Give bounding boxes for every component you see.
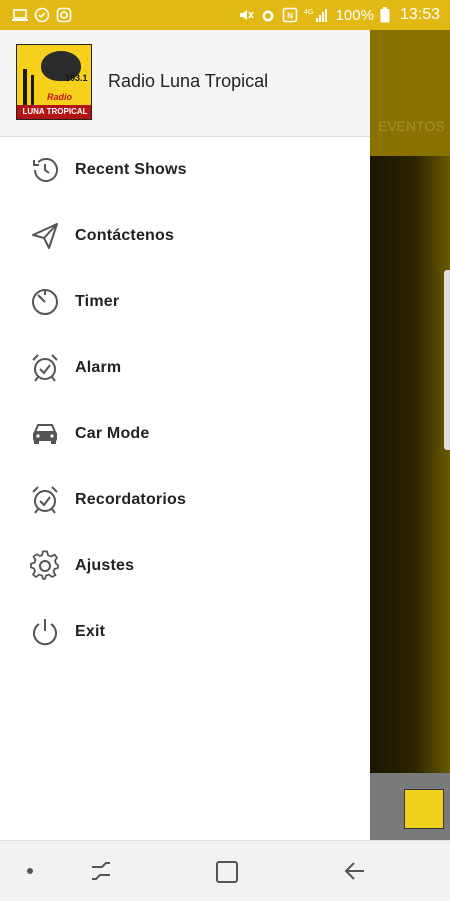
- send-icon: [29, 220, 61, 252]
- status-bar: N 4G 100% 13:53: [0, 0, 450, 30]
- menu-item-label: Recordatorios: [75, 491, 187, 508]
- background-tab-label: EVENTOS: [378, 118, 445, 134]
- logo-band: LUNA TROPICAL: [17, 105, 91, 119]
- gear-icon: [29, 550, 61, 582]
- menu-item-exit[interactable]: Exit: [0, 599, 370, 665]
- menu-item-label: Ajustes: [75, 557, 135, 574]
- back-icon[interactable]: [342, 859, 366, 883]
- menu-item-label: Contáctenos: [75, 227, 175, 244]
- menu-item-label: Recent Shows: [75, 161, 187, 178]
- menu-item-recordatorios[interactable]: Recordatorios: [0, 467, 370, 533]
- system-nav-bar: [0, 840, 450, 901]
- battery-percent: 100%: [335, 6, 374, 24]
- laptop-icon: [12, 9, 28, 21]
- mini-player[interactable]: [370, 773, 450, 840]
- mini-player-logo: [404, 789, 444, 829]
- menu-item-car-mode[interactable]: Car Mode: [0, 401, 370, 467]
- alarm-check-icon: [29, 484, 61, 516]
- clock: 13:53: [399, 6, 440, 23]
- menu-item-label: Car Mode: [75, 425, 150, 442]
- logo-frequency: 103.1: [65, 73, 88, 83]
- drawer-header: 103.1 Radio LUNA TROPICAL Radio Luna Tro…: [0, 30, 370, 137]
- status-bar-notifications: [12, 7, 72, 23]
- scroll-handle[interactable]: [444, 270, 450, 450]
- navigation-drawer: 103.1 Radio LUNA TROPICAL Radio Luna Tro…: [0, 30, 370, 840]
- station-logo: 103.1 Radio LUNA TROPICAL: [16, 44, 92, 120]
- app-title: Radio Luna Tropical: [108, 71, 269, 91]
- recent-apps-icon[interactable]: [88, 859, 114, 883]
- menu-item-alarm[interactable]: Alarm: [0, 335, 370, 401]
- drawer-menu: Recent Shows Contáctenos Timer Alarm Car…: [0, 137, 370, 665]
- alarm-icon: [29, 352, 61, 384]
- nav-dot-icon[interactable]: [27, 868, 33, 874]
- menu-item-label: Exit: [75, 623, 106, 640]
- menu-item-label: Alarm: [75, 359, 122, 376]
- history-icon: [29, 154, 61, 186]
- status-bar-system: N 4G 100% 13:53: [238, 6, 440, 24]
- power-icon: [29, 616, 61, 648]
- timer-icon: [29, 286, 61, 318]
- menu-item-recent-shows[interactable]: Recent Shows: [0, 137, 370, 203]
- app-badge-icon: [56, 7, 72, 23]
- menu-item-timer[interactable]: Timer: [0, 269, 370, 335]
- alarm-status-icon: [262, 10, 274, 22]
- menu-item-label: Timer: [75, 293, 120, 310]
- background-content: [370, 156, 450, 773]
- menu-item-ajustes[interactable]: Ajustes: [0, 533, 370, 599]
- logo-radio-text: Radio: [47, 92, 73, 102]
- mute-icon: [239, 10, 254, 20]
- car-icon: [29, 418, 61, 450]
- background-app[interactable]: EVENTOS: [370, 30, 450, 840]
- nfc-icon: N: [282, 7, 297, 23]
- menu-item-contactenos[interactable]: Contáctenos: [0, 203, 370, 269]
- battery-icon: [380, 7, 390, 23]
- home-icon[interactable]: [216, 861, 238, 883]
- check-circle-icon: [34, 7, 50, 23]
- logo-palm: [31, 75, 34, 109]
- background-toolbar: EVENTOS: [370, 30, 450, 156]
- signal-icon: 4G: [304, 9, 327, 22]
- svg-text:4G: 4G: [304, 9, 313, 16]
- svg-text:N: N: [287, 12, 293, 21]
- logo-palm: [23, 69, 27, 109]
